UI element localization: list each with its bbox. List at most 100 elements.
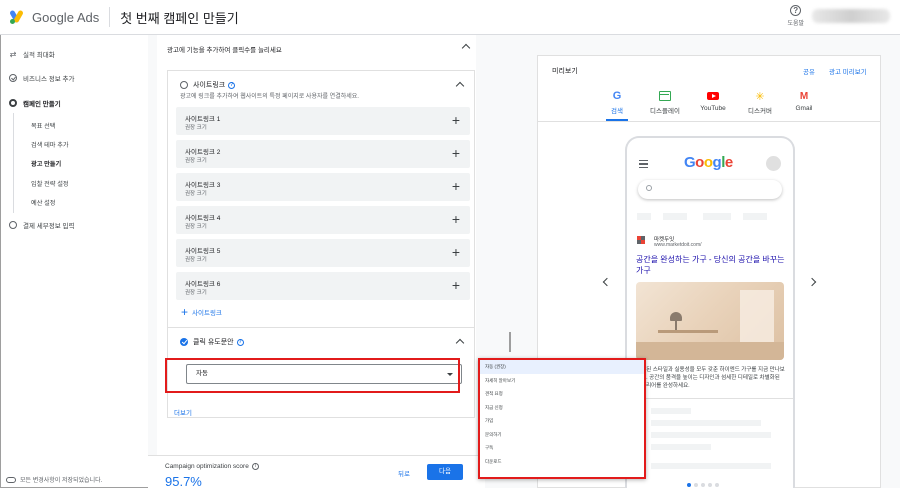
tab-label: YouTube: [700, 105, 726, 112]
avatar: [766, 156, 781, 171]
info-icon[interactable]: i: [251, 463, 259, 470]
dropdown-option[interactable]: 다운로드: [480, 455, 644, 469]
current-step-icon: [9, 99, 17, 107]
prev-arrow-icon[interactable]: [602, 277, 612, 287]
sidebar: ⇄ 실적 최대화 비즈니스 정보 추가 캠페인 만들기 목표 선택 검색 테마 …: [0, 35, 148, 488]
tab-label: 검색: [611, 108, 623, 115]
tab-display[interactable]: 디스플레이: [645, 90, 685, 115]
placeholder-bar: [651, 432, 771, 438]
sidebar-subitem-bidding[interactable]: 입찰 전략 설정: [31, 179, 69, 188]
sidebar-item-label: 결제 세부정보 입력: [23, 223, 75, 230]
phone-search-bar: [638, 180, 782, 199]
plus-icon[interactable]: +: [452, 245, 460, 259]
dropdown-option[interactable]: 가입: [480, 414, 644, 428]
share-link[interactable]: 공유: [803, 66, 815, 76]
help-circle-icon[interactable]: ?: [236, 338, 244, 346]
sitelink-row[interactable]: 사이트링크 3 권장 크기 +: [176, 173, 470, 201]
score-footer: Campaign optimization score i 95.7% 뒤로 다…: [148, 455, 485, 488]
sitelink-row[interactable]: 사이트링크 2 권장 크기 +: [176, 140, 470, 168]
tab-discover[interactable]: ✳ 디스커버: [740, 90, 780, 116]
google-ads-logo[interactable]: Google Ads: [9, 9, 100, 25]
sidebar-subitem-create-ad[interactable]: 광고 만들기: [31, 159, 61, 168]
sitelink-hint: 권장 크기: [185, 125, 207, 131]
placeholder-bar: [663, 213, 687, 220]
tab-label: 디스커버: [748, 108, 772, 115]
placeholder-bar: [651, 408, 691, 414]
sitelink-hint: 권장 크기: [185, 257, 207, 263]
dropdown-option[interactable]: 문의하기: [480, 428, 644, 442]
placeholder-bar: [743, 213, 767, 220]
help-button[interactable]: ? 도움말: [787, 5, 804, 27]
scrollbar-thumb[interactable]: [509, 332, 511, 352]
next-arrow-icon[interactable]: [807, 277, 817, 287]
plus-icon[interactable]: +: [452, 179, 460, 193]
score-label: Campaign optimization score i: [165, 463, 259, 470]
add-sitelink-label: 사이트링크: [192, 310, 222, 317]
dropdown-option[interactable]: 자동 (권장): [480, 360, 644, 374]
sidebar-subitem-goal[interactable]: 목표 선택: [31, 121, 56, 130]
next-button[interactable]: 다음: [427, 464, 463, 480]
sidebar-item-performance-max[interactable]: ⇄ 실적 최대화: [9, 49, 55, 60]
sitelink-hint: 권장 크기: [185, 290, 207, 296]
sitelink-row[interactable]: 사이트링크 6 권장 크기 +: [176, 272, 470, 300]
dropdown-option[interactable]: 구독: [480, 441, 644, 455]
preview-title: 미리보기: [552, 68, 578, 75]
sidebar-item-create-campaign[interactable]: 캠페인 만들기: [9, 98, 61, 108]
tab-youtube[interactable]: YouTube: [693, 90, 733, 112]
placeholder-bar: [651, 444, 711, 450]
sidebar-subitem-search-themes[interactable]: 검색 테마 추가: [31, 140, 69, 149]
collapse-cta-icon[interactable]: [455, 338, 465, 348]
sitelink-row[interactable]: 사이트링크 4 권장 크기 +: [176, 206, 470, 234]
sidebar-item-billing[interactable]: 결제 세부정보 입력: [9, 220, 74, 230]
tab-gmail[interactable]: M Gmail: [784, 90, 824, 113]
advertiser-logo-icon: [637, 236, 645, 244]
sitelinks-description: 광고에 링크를 추가하여 웹사이트의 특정 페이지로 사용자를 연결하세요.: [180, 94, 359, 100]
back-button[interactable]: 뒤로: [398, 468, 410, 478]
plus-icon[interactable]: +: [452, 212, 460, 226]
divider: [627, 398, 793, 399]
google-ads-logo-icon: [9, 9, 26, 24]
check-circle-icon: [180, 338, 188, 346]
sitelink-row[interactable]: 사이트링크 5 권장 크기 +: [176, 239, 470, 267]
sitelink-title: 사이트링크 4: [185, 215, 221, 222]
dropdown-option[interactable]: 견적 요청: [480, 387, 644, 401]
dropdown-option[interactable]: 지금 신청: [480, 401, 644, 415]
ad-preview-link[interactable]: 광고 미리보기: [829, 66, 867, 76]
placeholder-bar: [651, 420, 761, 426]
arrows-icon: ⇄: [9, 49, 17, 59]
sitelink-hint: 권장 크기: [185, 224, 207, 230]
help-icon: ?: [790, 5, 802, 16]
account-info-blurred[interactable]: [812, 9, 890, 23]
discover-icon: ✳: [755, 90, 765, 103]
sitelink-row[interactable]: 사이트링크 1 권장 크기 +: [176, 107, 470, 135]
ad-headline: 공간을 완성하는 가구 - 당신의 공간을 바꾸는 가구: [636, 255, 785, 275]
google-g-icon: G: [612, 90, 622, 102]
collapse-sitelinks-icon[interactable]: [455, 81, 465, 91]
hamburger-menu-icon: [639, 160, 648, 170]
add-sitelink-button[interactable]: + 사이트링크: [181, 306, 222, 318]
save-status: 모든 변경사항이 저장되었습니다.: [6, 475, 102, 484]
product-name: Google Ads: [32, 9, 100, 25]
tab-search[interactable]: G 검색: [597, 90, 637, 115]
dropdown-option[interactable]: 자세히 알아보기: [480, 374, 644, 388]
sidebar-item-label: 비즈니스 정보 추가: [23, 76, 75, 83]
plus-icon[interactable]: +: [452, 146, 460, 160]
header-divider: [109, 7, 111, 27]
sidebar-item-label: 실적 최대화: [23, 52, 55, 59]
collapse-panel-icon[interactable]: [461, 43, 471, 53]
cta-highlight-box: [165, 358, 460, 393]
cloud-saved-icon: [6, 476, 16, 483]
sidebar-subitem-budget[interactable]: 예산 설정: [31, 198, 56, 207]
plus-icon[interactable]: +: [452, 113, 460, 127]
step-circle-icon: [9, 221, 17, 229]
sitelinks-status-icon: [180, 81, 188, 89]
ad-image: [636, 282, 784, 360]
help-circle-icon[interactable]: ?: [228, 81, 236, 89]
sidebar-item-business-info[interactable]: 비즈니스 정보 추가: [9, 73, 74, 83]
phone-mockup: Google 마켓두잇 www.marketdoit.com/ 공간을 완성하는…: [625, 136, 795, 488]
plus-icon[interactable]: +: [452, 278, 460, 292]
more-button[interactable]: 더보기: [174, 407, 192, 417]
display-icon: [645, 90, 685, 102]
sitelink-hint: 권장 크기: [185, 158, 207, 164]
sidebar-item-label: 캠페인 만들기: [23, 101, 61, 108]
